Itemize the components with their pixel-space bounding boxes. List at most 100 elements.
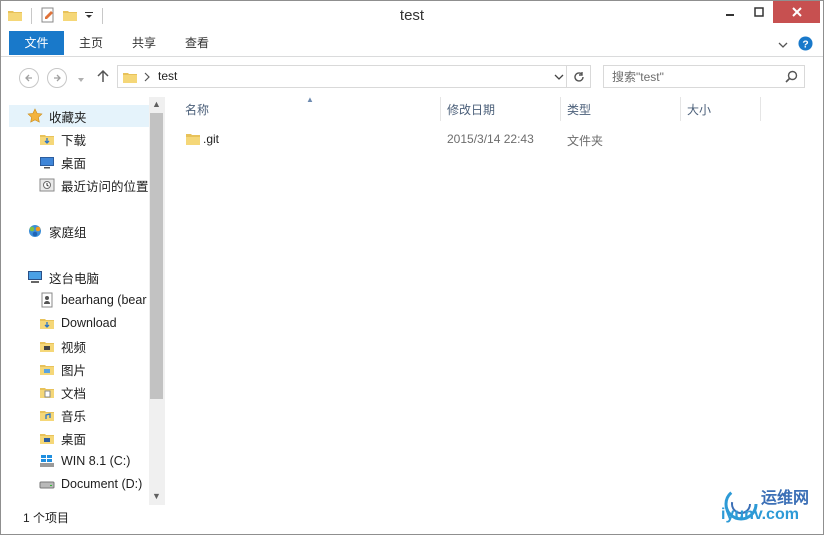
nav-item-drive-c[interactable]: WIN 8.1 (C:) bbox=[39, 450, 130, 472]
nav-item-videos[interactable]: 视频 bbox=[39, 335, 86, 357]
nav-label: bearhang (bear bbox=[61, 293, 147, 307]
refresh-button[interactable] bbox=[566, 66, 590, 87]
windows-drive-icon bbox=[39, 453, 55, 469]
nav-item-user-folder[interactable]: bearhang (bear bbox=[39, 289, 146, 311]
nav-item-recent-places[interactable]: 最近访问的位置 bbox=[39, 174, 149, 196]
column-divider[interactable] bbox=[560, 97, 561, 121]
file-name: .git bbox=[203, 132, 220, 146]
nav-label: 家庭组 bbox=[49, 225, 87, 240]
recent-places-icon bbox=[39, 177, 55, 193]
minimize-button[interactable] bbox=[715, 1, 744, 23]
nav-item-desktop[interactable]: 桌面 bbox=[39, 151, 86, 173]
nav-pane-scrollbar[interactable]: ▲ ▼ bbox=[149, 97, 165, 505]
column-size[interactable]: 大小 bbox=[687, 101, 711, 118]
star-icon bbox=[27, 108, 43, 124]
column-date[interactable]: 修改日期 bbox=[447, 101, 495, 118]
minimize-icon bbox=[725, 14, 734, 16]
file-list: ▲ 名称 修改日期 类型 大小 .git 2015/3/14 22:43 文件夹 bbox=[167, 95, 822, 505]
user-folder-icon bbox=[39, 292, 55, 308]
search-input[interactable] bbox=[604, 66, 780, 87]
column-headers: ▲ 名称 修改日期 类型 大小 bbox=[167, 95, 822, 121]
expand-ribbon-icon[interactable] bbox=[778, 38, 788, 52]
refresh-icon bbox=[573, 71, 584, 82]
column-name[interactable]: 名称 bbox=[185, 101, 209, 118]
back-button[interactable] bbox=[19, 68, 39, 88]
nav-label: 图片 bbox=[61, 363, 87, 378]
nav-item-download[interactable]: Download bbox=[39, 312, 117, 334]
downloads-folder-icon bbox=[39, 315, 55, 331]
nav-item-drive-d[interactable]: Document (D:) bbox=[39, 473, 142, 495]
tab-home[interactable]: 主页 bbox=[67, 31, 115, 55]
forward-arrow-icon bbox=[54, 74, 61, 82]
help-icon[interactable]: ? bbox=[798, 36, 813, 54]
chevron-down-icon[interactable] bbox=[554, 70, 564, 84]
scroll-up-icon[interactable]: ▲ bbox=[152, 99, 161, 109]
column-type[interactable]: 类型 bbox=[567, 101, 591, 118]
nav-label: 最近访问的位置 bbox=[61, 179, 149, 194]
search-icon[interactable] bbox=[785, 70, 798, 86]
recent-locations-icon[interactable] bbox=[77, 72, 85, 86]
tab-view[interactable]: 查看 bbox=[173, 31, 221, 55]
nav-item-music[interactable]: 音乐 bbox=[39, 404, 86, 426]
folder-icon bbox=[185, 131, 201, 150]
up-arrow-icon[interactable] bbox=[97, 69, 109, 86]
music-folder-icon bbox=[39, 407, 55, 423]
nav-label: 下载 bbox=[61, 133, 87, 148]
watermark-text-cn: 运维网 bbox=[761, 490, 810, 507]
nav-label: WIN 8.1 (C:) bbox=[61, 454, 131, 468]
close-icon bbox=[791, 7, 802, 17]
chevron-right-icon[interactable] bbox=[144, 71, 150, 85]
scrollbar-thumb[interactable] bbox=[150, 113, 163, 399]
navigation-bar: test bbox=[1, 58, 823, 94]
window-title: test bbox=[399, 7, 425, 24]
file-modified: 2015/3/14 22:43 bbox=[447, 132, 534, 146]
nav-label: 这台电脑 bbox=[49, 271, 100, 286]
drive-icon bbox=[39, 476, 55, 492]
nav-label: Download bbox=[61, 316, 117, 330]
downloads-folder-icon bbox=[39, 131, 55, 147]
nav-item-downloads[interactable]: 下载 bbox=[39, 128, 86, 150]
nav-this-pc[interactable]: 这台电脑 bbox=[27, 266, 99, 288]
nav-label: 视频 bbox=[61, 340, 87, 355]
computer-icon bbox=[27, 269, 43, 285]
column-divider[interactable] bbox=[440, 97, 441, 121]
column-divider[interactable] bbox=[760, 97, 761, 121]
watermark: 运维网 iyunv.com bbox=[721, 484, 817, 528]
documents-folder-icon bbox=[39, 384, 55, 400]
nav-item-desktop-pc[interactable]: 桌面 bbox=[39, 427, 86, 449]
file-row[interactable]: .git 2015/3/14 22:43 文件夹 bbox=[181, 128, 801, 150]
nav-item-documents[interactable]: 文档 bbox=[39, 381, 86, 403]
search-box[interactable] bbox=[603, 65, 805, 88]
maximize-button[interactable] bbox=[744, 1, 773, 23]
back-arrow-icon bbox=[25, 74, 32, 82]
column-divider[interactable] bbox=[680, 97, 681, 121]
scroll-down-icon[interactable]: ▼ bbox=[152, 491, 161, 501]
file-type: 文件夹 bbox=[567, 134, 604, 148]
ribbon-right-controls: ? bbox=[778, 36, 813, 54]
nav-homegroup[interactable]: 家庭组 bbox=[27, 220, 87, 242]
nav-label: 音乐 bbox=[61, 409, 87, 424]
tab-file[interactable]: 文件 bbox=[9, 31, 64, 55]
breadcrumb-item[interactable]: test bbox=[158, 69, 177, 83]
status-bar: 1 个项目 bbox=[1, 505, 823, 535]
forward-button[interactable] bbox=[47, 68, 67, 88]
nav-label: 文档 bbox=[61, 386, 87, 401]
nav-item-pictures[interactable]: 图片 bbox=[39, 358, 86, 380]
videos-folder-icon bbox=[39, 338, 55, 354]
folder-icon bbox=[122, 69, 138, 88]
pictures-folder-icon bbox=[39, 361, 55, 377]
explorer-window: test 文件 主页 共享 查看 ? test 搜索"test" 收藏夹 下载 … bbox=[0, 0, 824, 535]
watermark-text-en: iyunv.com bbox=[721, 506, 799, 523]
nav-label: 收藏夹 bbox=[49, 110, 87, 125]
nav-label: 桌面 bbox=[61, 156, 87, 171]
desktop-folder-icon bbox=[39, 430, 55, 446]
close-button[interactable] bbox=[773, 1, 820, 23]
nav-label: Document (D:) bbox=[61, 477, 143, 491]
navigation-pane: 收藏夹 下载 桌面 最近访问的位置 家庭组 这台电脑 bearhang (bea… bbox=[1, 97, 165, 505]
svg-text:?: ? bbox=[802, 39, 808, 50]
nav-favorites[interactable]: 收藏夹 bbox=[9, 105, 149, 127]
address-bar[interactable]: test bbox=[117, 65, 591, 88]
desktop-icon bbox=[39, 154, 55, 170]
homegroup-icon bbox=[27, 223, 43, 239]
tab-share[interactable]: 共享 bbox=[119, 31, 169, 55]
